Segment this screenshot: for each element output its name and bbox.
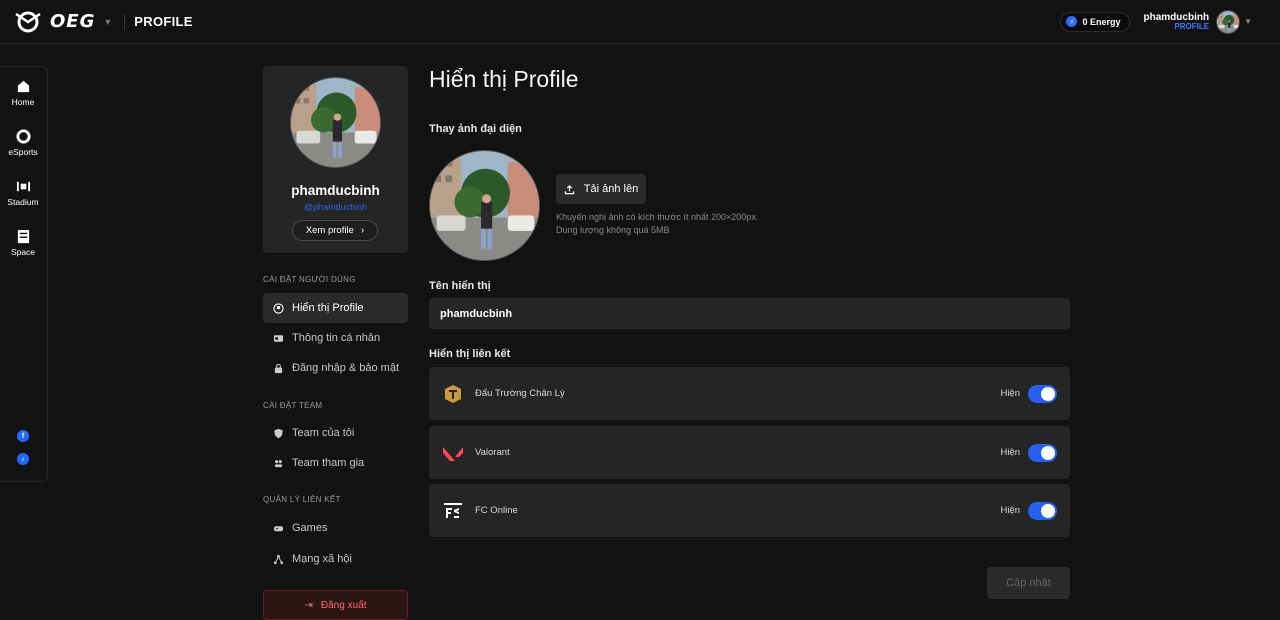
nav-item-joined-teams[interactable]: Team tham gia: [263, 448, 408, 478]
logo[interactable]: OEG ▼: [12, 0, 112, 44]
top-right-area: ⚡ 0 Energy phamducbinh PROFILE ▼: [1060, 9, 1252, 34]
link-row-tft: Đấu Trường Chân Lý Hiện: [429, 367, 1070, 420]
fc-online-icon: [441, 499, 465, 523]
nav-item-my-team[interactable]: Team của tôi: [263, 418, 408, 448]
profile-handle[interactable]: @phamducbinh: [263, 202, 408, 212]
nav-label: Thông tin cá nhân: [292, 332, 381, 344]
section-title-user-settings: CÀI ĐẶT NGƯỜI DÙNG: [263, 275, 356, 284]
oeg-logo-icon: [15, 11, 41, 32]
view-profile-label: Xem profile: [305, 225, 354, 236]
caret-down-icon[interactable]: ▼: [103, 17, 112, 27]
avatar[interactable]: [1216, 9, 1241, 34]
left-rail: Home eSports Stadium Space f ♪: [0, 66, 48, 482]
logout-icon: ⇥: [304, 599, 313, 611]
nav-item-login-security[interactable]: Đăng nhập & bảo mật: [263, 353, 408, 383]
page-title: Hiển thị Profile: [429, 66, 579, 92]
caret-down-icon[interactable]: ▼: [1244, 17, 1252, 26]
link-row-valorant: Valorant Hiện: [429, 426, 1070, 479]
link-state: Hiện: [1000, 388, 1020, 399]
avatar-preview: [429, 150, 540, 261]
facebook-icon[interactable]: f: [17, 430, 29, 442]
update-button[interactable]: Cập nhật: [987, 567, 1070, 599]
section-title-link-management: QUẢN LÝ LIÊN KẾT: [263, 495, 341, 504]
nav-label: Hiển thị Profile: [292, 302, 364, 314]
display-name-label: Tên hiển thị: [429, 280, 491, 292]
profile-name: phamducbinh: [291, 183, 380, 198]
rail-item-esports[interactable]: eSports: [0, 129, 46, 157]
link-name: Valorant: [475, 447, 510, 458]
rail-item-stadium[interactable]: Stadium: [0, 179, 46, 207]
nav-label: Team tham gia: [292, 457, 365, 469]
rail-label: Space: [10, 247, 36, 257]
logo-text: OEG: [50, 11, 96, 32]
upload-photo-button[interactable]: Tải ảnh lên: [556, 174, 646, 204]
upload-icon: [564, 184, 575, 194]
logout-label: Đăng xuất: [320, 599, 367, 611]
space-icon: [17, 229, 29, 244]
nav-label: Đăng nhập & bảo mật: [292, 362, 400, 374]
nav-item-games[interactable]: Games: [263, 513, 408, 543]
group-icon: [274, 459, 283, 467]
rail-label: Home: [11, 97, 35, 107]
section-title-team-settings: CÀI ĐẶT TEAM: [263, 401, 323, 410]
shield-icon: [274, 428, 283, 438]
nav-label: Team của tôi: [292, 427, 355, 439]
valorant-icon: [441, 441, 465, 465]
visibility-toggle[interactable]: [1028, 501, 1057, 520]
nav-item-display-profile[interactable]: Hiển thị Profile: [263, 293, 408, 323]
rail-item-home[interactable]: Home: [0, 79, 46, 107]
visibility-toggle[interactable]: [1028, 443, 1057, 462]
user-menu[interactable]: phamducbinh PROFILE: [1144, 12, 1210, 32]
user-name: phamducbinh: [1143, 11, 1210, 23]
lock-icon: [274, 363, 283, 373]
nav-item-social-networks[interactable]: Mạng xã hội: [263, 544, 408, 574]
profile-card: phamducbinh @phamducbinh Xem profile ›: [263, 66, 408, 253]
upload-hint-size: Khuyến nghị ảnh có kích thước ít nhất 20…: [556, 212, 759, 222]
id-card-icon: [273, 334, 284, 342]
energy-label: 0 Energy: [1082, 16, 1121, 27]
gamepad-icon: [273, 525, 284, 531]
network-icon: [273, 554, 284, 564]
link-state: Hiện: [1000, 447, 1020, 458]
upload-label: Tải ảnh lên: [583, 183, 639, 195]
link-row-fc-online: FC Online Hiện: [429, 484, 1070, 537]
link-state: Hiện: [1000, 505, 1020, 516]
rail-label: Stadium: [7, 197, 39, 207]
link-name: Đấu Trường Chân Lý: [475, 388, 565, 399]
stadium-icon: [16, 181, 30, 192]
energy-badge[interactable]: ⚡ 0 Energy: [1060, 11, 1130, 32]
tft-icon: [441, 382, 465, 406]
nav-label: Mạng xã hội: [292, 553, 352, 565]
upload-hint-filesize: Dung lượng không quá 5MB: [556, 225, 670, 235]
tiktok-icon[interactable]: ♪: [17, 453, 29, 465]
avatar-section-label: Thay ảnh đại diện: [429, 123, 522, 135]
user-subtitle: PROFILE: [1174, 21, 1210, 31]
avatar: [290, 77, 381, 168]
nav-item-personal-info[interactable]: Thông tin cá nhân: [263, 323, 408, 353]
chevron-right-icon: ›: [360, 225, 365, 236]
visibility-toggle[interactable]: [1028, 384, 1057, 403]
esports-icon: [15, 129, 31, 144]
page-label: PROFILE: [134, 14, 193, 29]
rail-item-space[interactable]: Space: [0, 229, 46, 257]
link-name: FC Online: [475, 505, 518, 516]
view-profile-button[interactable]: Xem profile ›: [292, 220, 378, 241]
home-icon: [17, 80, 29, 93]
links-section-label: Hiển thị liên kết: [429, 348, 511, 360]
lightning-icon: ⚡: [1066, 16, 1078, 27]
top-bar: OEG ▼ PROFILE ⚡ 0 Energy phamducbinh PRO…: [0, 0, 1280, 44]
divider: [124, 13, 126, 30]
display-name-input[interactable]: [429, 298, 1070, 329]
logout-button[interactable]: ⇥ Đăng xuất: [263, 590, 408, 620]
user-circle-icon: [273, 302, 284, 314]
rail-label: eSports: [8, 147, 38, 157]
nav-label: Games: [292, 522, 328, 534]
